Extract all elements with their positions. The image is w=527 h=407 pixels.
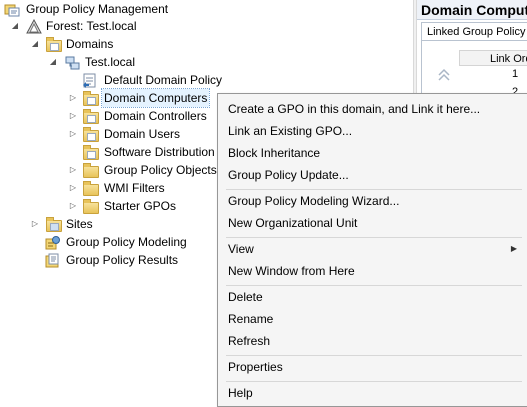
- tree-label: Domain Controllers: [104, 109, 207, 123]
- tree-label: Sites: [66, 217, 93, 231]
- tree-label: Test.local: [85, 55, 136, 69]
- tab-linked-gpos[interactable]: Linked Group Policy Objects: [421, 22, 527, 41]
- tree-label: Domains: [66, 37, 114, 51]
- menu-item-gp-update[interactable]: Group Policy Update...: [220, 164, 525, 186]
- tree-node-software-distribution[interactable]: Software Distribution: [0, 143, 230, 161]
- tree-label: Group Policy Objects: [104, 163, 217, 177]
- details-title: Domain Computers: [417, 0, 527, 20]
- expand-arrow-icon[interactable]: ◢: [48, 53, 58, 71]
- menu-item-help[interactable]: Help: [220, 382, 525, 404]
- tree-node-wmi-filters[interactable]: ▷ WMI Filters: [0, 179, 230, 197]
- tree-node-default-domain-policy[interactable]: Default Domain Policy: [0, 71, 260, 89]
- collapse-arrow-icon[interactable]: ▷: [68, 125, 78, 143]
- tree-node-domains[interactable]: ◢ Domains: [0, 35, 200, 53]
- tree-node-forest[interactable]: ◢ Forest: Test.local: [0, 17, 200, 35]
- tree-label: Group Policy Modeling: [66, 235, 187, 249]
- column-header-link-order[interactable]: Link Order: [459, 50, 527, 66]
- tree-node-test-local[interactable]: ◢ Test.local: [0, 53, 200, 71]
- collapse-arrow-icon[interactable]: ▷: [30, 215, 40, 233]
- folder-icon: [82, 163, 99, 178]
- ou-folder-icon: [82, 91, 99, 106]
- forest-icon: [26, 18, 42, 34]
- menu-item-properties[interactable]: Properties: [220, 356, 525, 378]
- menu-item-view-label: View: [228, 242, 254, 256]
- menu-item-rename[interactable]: Rename: [220, 308, 525, 330]
- submenu-arrow-icon: ▶: [510, 244, 517, 253]
- collapse-arrow-icon[interactable]: ▷: [68, 161, 78, 179]
- tree-label: Domain Users: [104, 127, 181, 141]
- menu-item-block-inheritance[interactable]: Block Inheritance: [220, 142, 525, 164]
- ou-folder-icon: [82, 127, 99, 142]
- collapse-arrow-icon[interactable]: ▷: [68, 179, 78, 197]
- folder-icon: [82, 199, 99, 214]
- domains-folder-icon: [45, 37, 62, 52]
- domain-icon: [64, 55, 80, 70]
- menu-item-delete[interactable]: Delete: [220, 286, 525, 308]
- context-menu: Create a GPO in this domain, and Link it…: [217, 93, 527, 407]
- modeling-icon: [45, 235, 61, 250]
- tree-label: Domain Computers: [100, 88, 211, 108]
- menu-item-modeling-wizard[interactable]: Group Policy Modeling Wizard...: [220, 190, 525, 212]
- expand-arrow-icon[interactable]: ◢: [10, 17, 20, 35]
- link-order-cell[interactable]: 1: [512, 68, 518, 80]
- tree-label: Forest: Test.local: [46, 19, 137, 33]
- ou-folder-icon: [82, 145, 99, 160]
- tree-node-starter-gpos[interactable]: ▷ Starter GPOs: [0, 197, 230, 215]
- tree-node-domain-users[interactable]: ▷ Domain Users: [0, 125, 230, 143]
- expand-arrow-icon[interactable]: ◢: [30, 35, 40, 53]
- tree-label: Group Policy Management: [26, 2, 169, 16]
- menu-item-new-window[interactable]: New Window from Here: [220, 260, 525, 282]
- tree-node-domain-computers[interactable]: ▷ Domain Computers: [0, 88, 230, 108]
- move-up-icon[interactable]: [437, 68, 451, 82]
- tree-node-gp-modeling[interactable]: Group Policy Modeling: [0, 233, 220, 251]
- ou-folder-icon: [82, 109, 99, 124]
- menu-item-new-ou[interactable]: New Organizational Unit: [220, 212, 525, 234]
- tree-label: Starter GPOs: [104, 199, 177, 213]
- sites-icon: [45, 217, 62, 232]
- menu-item-create-gpo[interactable]: Create a GPO in this domain, and Link it…: [220, 98, 525, 120]
- tree-label: WMI Filters: [104, 181, 165, 195]
- gpm-console-icon: [4, 2, 20, 17]
- tree-node-domain-controllers[interactable]: ▷ Domain Controllers: [0, 107, 230, 125]
- gpo-link-icon: [82, 73, 98, 88]
- folder-icon: [82, 181, 99, 196]
- collapse-arrow-icon[interactable]: ▷: [68, 107, 78, 125]
- results-icon: [45, 253, 61, 268]
- menu-item-refresh[interactable]: Refresh: [220, 330, 525, 352]
- tree-label: Default Domain Policy: [104, 73, 223, 87]
- tree-node-group-policy-objects[interactable]: ▷ Group Policy Objects: [0, 161, 230, 179]
- menu-item-link-existing-gpo[interactable]: Link an Existing GPO...: [220, 120, 525, 142]
- tree-node-sites[interactable]: ▷ Sites: [0, 215, 200, 233]
- menu-item-view[interactable]: View ▶: [220, 238, 525, 260]
- collapse-arrow-icon[interactable]: ▷: [68, 89, 78, 107]
- tree-node-gp-results[interactable]: Group Policy Results: [0, 251, 220, 269]
- collapse-arrow-icon[interactable]: ▷: [68, 197, 78, 215]
- tree-label: Group Policy Results: [66, 253, 179, 267]
- tree-label: Software Distribution: [104, 145, 215, 159]
